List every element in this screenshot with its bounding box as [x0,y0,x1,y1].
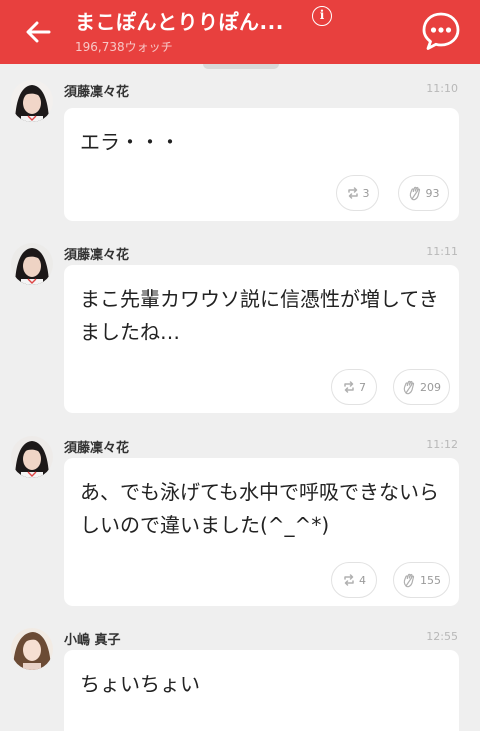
pull-handle[interactable] [203,64,279,69]
avatar[interactable] [11,628,53,670]
message-card: ちょいちょい [64,650,459,731]
author-name[interactable]: 小嶋 真子 [64,629,121,648]
arrow-left-icon [26,21,51,43]
avatar[interactable] [11,243,53,285]
post-time: 11:12 [426,438,458,451]
applause-button[interactable]: 209 [393,369,450,405]
message-text: エラ・・・ [80,130,180,154]
watch-count: 196,738ウォッチ [75,40,173,54]
chat-button[interactable] [421,11,461,51]
clap-hand-icon [409,186,420,200]
retalk-icon [347,187,358,199]
message-card: あ、でも泳げても水中で呼吸できないらしいので違いました(^_^*) 4 155 [64,458,459,606]
avatar[interactable] [11,80,53,122]
avatar[interactable] [11,436,53,478]
message-text: まこ先輩カワウソ説に信憑性が増してきましたね… [80,287,439,344]
retalk-count: 4 [359,573,366,587]
chat-bubble-icon [422,12,460,50]
retalk-button[interactable]: 7 [331,369,377,405]
retalk-button[interactable]: 3 [336,175,379,211]
talk-title: まこぽんとりりぽん... [75,10,284,34]
message-card: エラ・・・ 3 93 [64,108,459,221]
retalk-count: 7 [359,380,366,394]
message-card: まこ先輩カワウソ説に信憑性が増してきましたね… 7 209 [64,265,459,413]
retalk-icon [344,574,354,586]
post-time: 11:10 [426,82,458,95]
applause-button[interactable]: 155 [393,562,450,598]
retalk-count: 3 [362,186,370,200]
author-name[interactable]: 須藤凜々花 [64,437,129,456]
applause-count: 93 [425,186,440,200]
clap-hand-icon [403,380,415,394]
message-text: ちょいちょい [80,672,200,696]
author-name[interactable]: 須藤凜々花 [64,81,129,100]
post-time: 11:11 [426,245,458,258]
retalk-button[interactable]: 4 [331,562,377,598]
post-time: 12:55 [426,630,458,643]
clap-hand-icon [403,573,415,587]
applause-button[interactable]: 93 [398,175,449,211]
app-header: まこぽんとりりぽん... 196,738ウォッチ i [0,0,480,64]
message-text: あ、でも泳げても水中で呼吸できないらしいので違いました(^_^*) [80,480,439,537]
retalk-icon [344,381,354,393]
author-name[interactable]: 須藤凜々花 [64,244,129,263]
applause-count: 209 [420,380,441,394]
back-button[interactable] [18,14,58,50]
applause-count: 155 [420,573,441,587]
info-button[interactable]: i [312,6,332,26]
